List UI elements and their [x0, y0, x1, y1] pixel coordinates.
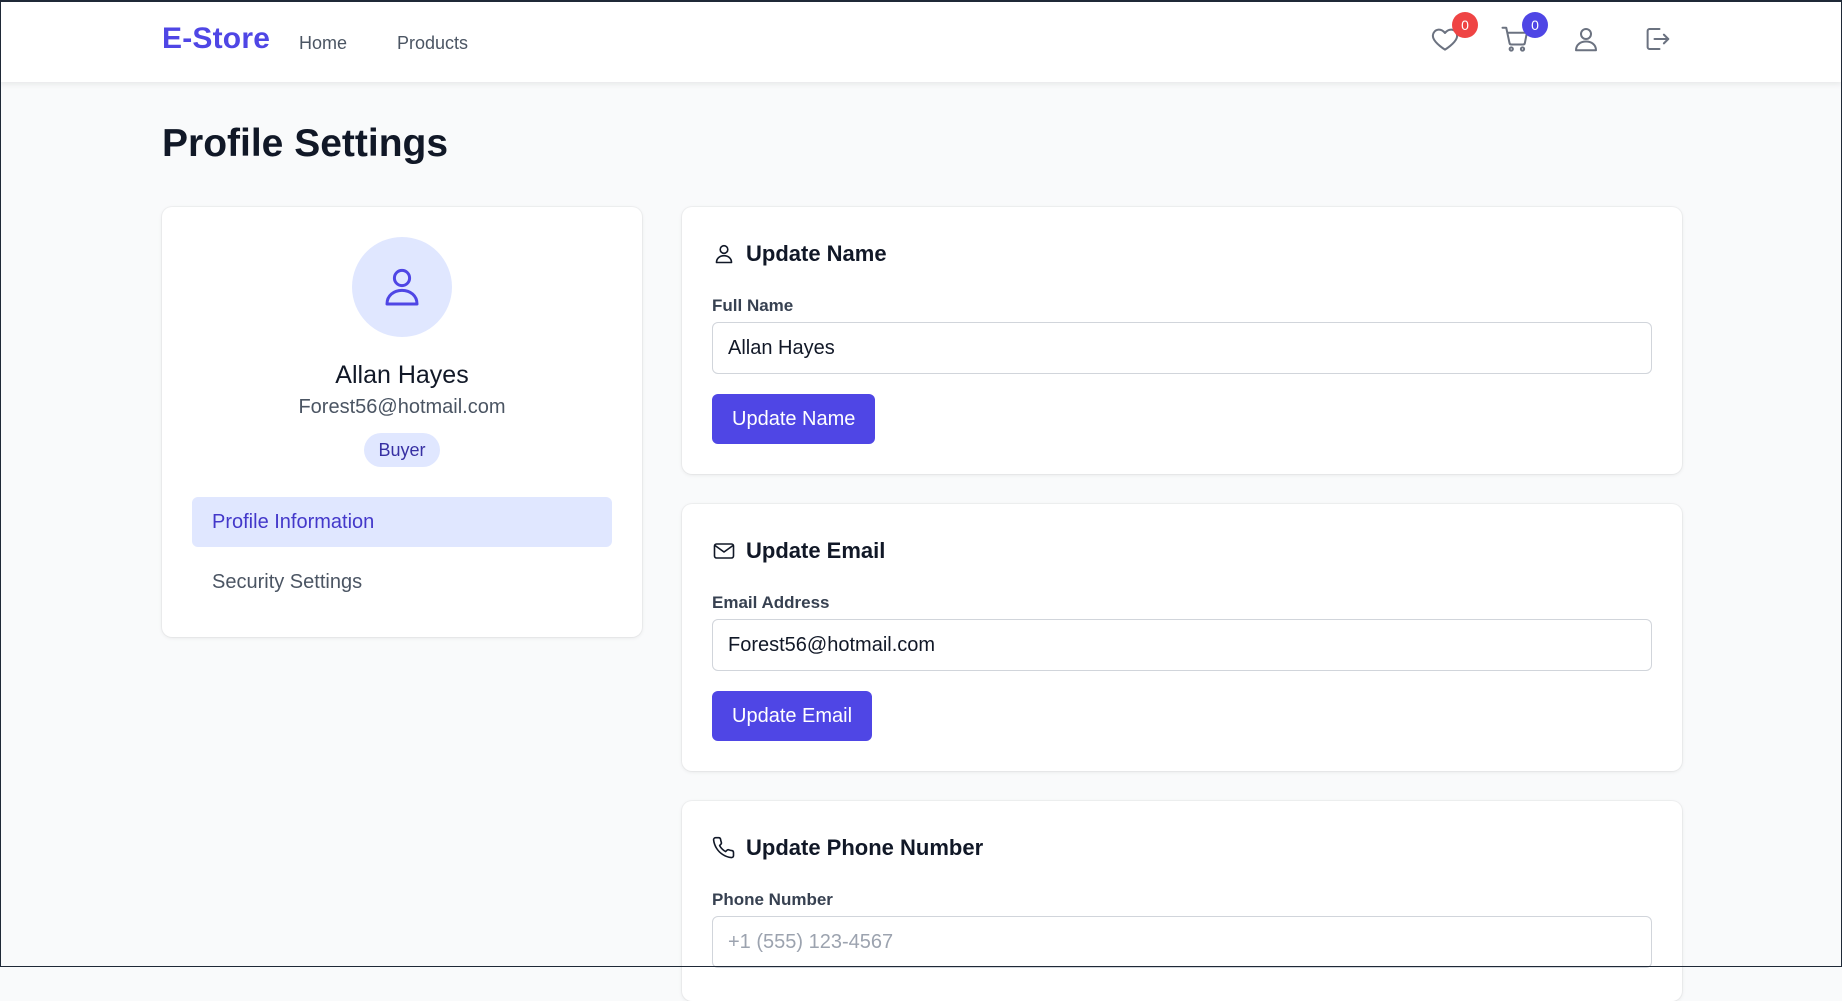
logout-icon[interactable]: [1642, 24, 1678, 60]
role-badge: Buyer: [364, 433, 440, 467]
update-phone-title: Update Phone Number: [746, 835, 984, 860]
email-address-input[interactable]: [712, 619, 1652, 671]
mail-icon: [713, 543, 735, 559]
update-name-title: Update Name: [746, 241, 887, 266]
nav-link-products[interactable]: Products: [397, 33, 468, 54]
update-email-card: Update Email Email Address Update Email: [682, 504, 1682, 771]
cart-count-badge: 0: [1522, 12, 1548, 38]
update-name-header: Update Name: [712, 241, 887, 267]
full-name-label: Full Name: [712, 296, 794, 315]
profile-sidebar-card: Allan Hayes Forest56@hotmail.com Buyer P…: [162, 207, 642, 637]
phone-number-input[interactable]: [712, 916, 1652, 968]
user-avatar-icon: [385, 268, 419, 306]
brand-logo[interactable]: E-Store: [162, 22, 270, 56]
full-name-input[interactable]: [712, 322, 1652, 374]
sidebar-item-profile-information[interactable]: Profile Information: [192, 497, 612, 547]
user-icon: [715, 244, 733, 264]
update-name-button[interactable]: Update Name: [712, 394, 876, 444]
nav-link-home[interactable]: Home: [299, 33, 347, 54]
sidebar-item-security-settings[interactable]: Security Settings: [192, 557, 612, 607]
page-title: Profile Settings: [162, 122, 449, 165]
update-email-header: Update Email: [712, 538, 885, 564]
profile-name: Allan Hayes: [335, 361, 469, 389]
update-phone-card: Update Phone Number Phone Number: [682, 801, 1682, 1001]
update-phone-header: Update Phone Number: [712, 835, 983, 861]
email-address-label: Email Address: [712, 593, 830, 612]
user-icon[interactable]: [1571, 24, 1607, 60]
phone-icon: [712, 836, 735, 859]
update-email-title: Update Email: [746, 538, 886, 563]
wishlist-count-badge: 0: [1452, 12, 1478, 38]
update-email-button[interactable]: Update Email: [712, 691, 873, 741]
phone-number-label: Phone Number: [712, 890, 833, 909]
update-name-card: Update Name Full Name Update Name: [682, 207, 1682, 474]
navbar: E-Store Home Products 0 0: [0, 0, 1842, 82]
avatar: [352, 237, 452, 337]
profile-email: Forest56@hotmail.com: [298, 396, 506, 418]
